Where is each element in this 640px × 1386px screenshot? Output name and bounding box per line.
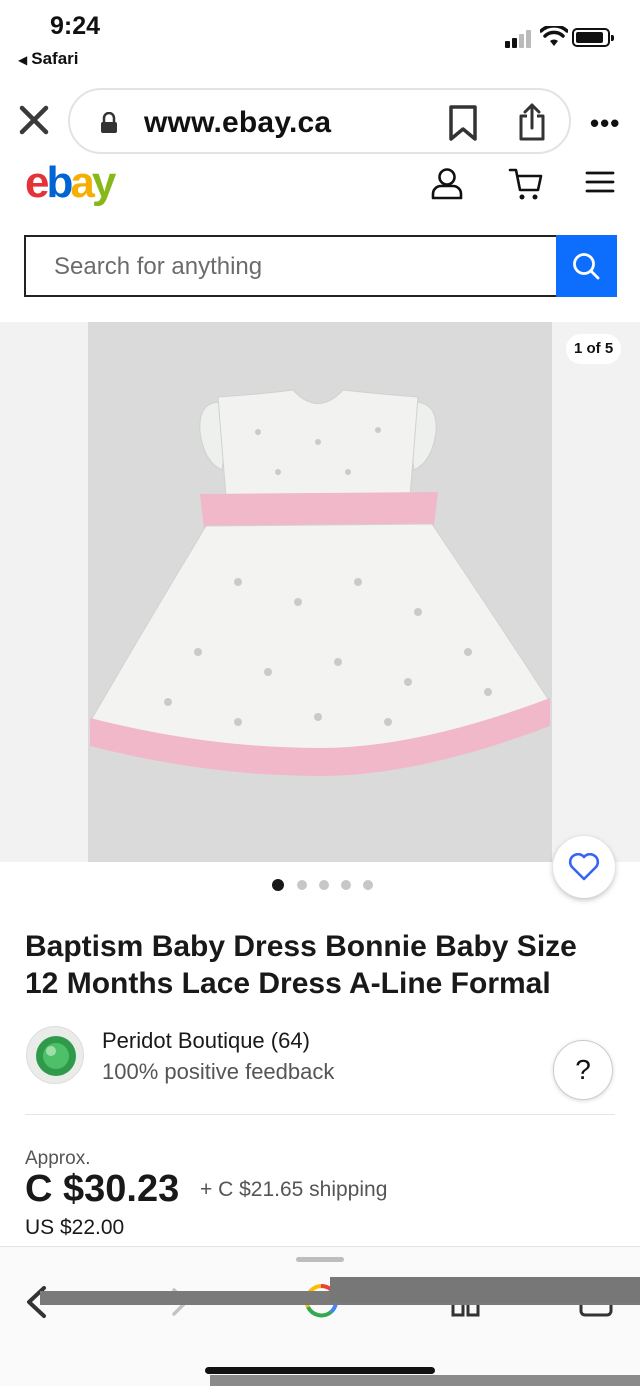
peridot-gem-icon (36, 1036, 76, 1076)
approx-label: Approx. (25, 1148, 91, 1169)
back-triangle-icon: ◀ (18, 53, 28, 67)
image-pager[interactable] (272, 878, 382, 892)
cellular-signal-icon (505, 28, 535, 48)
close-icon[interactable] (18, 104, 50, 136)
search-placeholder: Search for anything (54, 253, 263, 280)
item-title: Baptism Baby Dress Bonnie Baby Size 12 M… (25, 930, 577, 1000)
shipping-cost: + C $21.65 shipping (200, 1178, 388, 1201)
pager-dot[interactable] (341, 880, 351, 890)
item-price: C $30.23 (25, 1168, 180, 1210)
safari-toolbar (0, 1246, 640, 1386)
status-bar: 9:24 ◀ Safari (0, 0, 640, 74)
user-icon[interactable] (430, 166, 464, 200)
product-photo[interactable] (88, 322, 552, 862)
pager-dot[interactable] (319, 880, 329, 890)
image-gallery[interactable]: 1 of 5 (0, 322, 640, 862)
lock-icon (101, 112, 117, 133)
seller-name[interactable]: Peridot Boutique (64) (102, 1028, 310, 1054)
ebay-header: ebay (0, 158, 640, 228)
pager-dot[interactable] (272, 879, 284, 891)
help-button[interactable]: ? (553, 1040, 613, 1100)
hamburger-menu-icon[interactable] (585, 170, 615, 194)
browser-address-row: www.ebay.ca ••• (0, 86, 640, 158)
toolbar-grabber[interactable] (296, 1257, 344, 1262)
render-artifact (330, 1277, 640, 1303)
search-input[interactable]: Search for anything (24, 235, 556, 297)
watch-button[interactable] (553, 836, 615, 898)
more-options-button[interactable]: ••• (590, 108, 620, 139)
wifi-icon (540, 26, 568, 46)
home-indicator[interactable] (205, 1367, 435, 1374)
ebay-logo[interactable]: ebay (25, 158, 116, 208)
pager-dot[interactable] (363, 880, 373, 890)
back-app-label: Safari (31, 49, 79, 68)
status-time: 9:24 (50, 12, 101, 40)
back-to-app-link[interactable]: ◀ Safari (18, 49, 78, 69)
bookmark-icon[interactable] (448, 104, 478, 142)
render-artifact (210, 1375, 640, 1386)
dress-illustration (88, 322, 552, 862)
cart-icon[interactable] (508, 166, 544, 202)
pager-dot[interactable] (297, 880, 307, 890)
url-text: www.ebay.ca (144, 106, 332, 139)
divider (25, 1114, 615, 1115)
search-icon (573, 253, 600, 280)
image-counter: 1 of 5 (566, 334, 622, 364)
us-price: US $22.00 (25, 1216, 125, 1239)
seller-avatar[interactable] (26, 1026, 84, 1084)
address-bar[interactable]: www.ebay.ca (68, 88, 571, 154)
search-button[interactable] (556, 235, 617, 297)
seller-feedback: 100% positive feedback (102, 1059, 335, 1084)
battery-icon (572, 28, 614, 47)
heart-icon (568, 853, 600, 881)
share-icon[interactable] (517, 102, 547, 142)
